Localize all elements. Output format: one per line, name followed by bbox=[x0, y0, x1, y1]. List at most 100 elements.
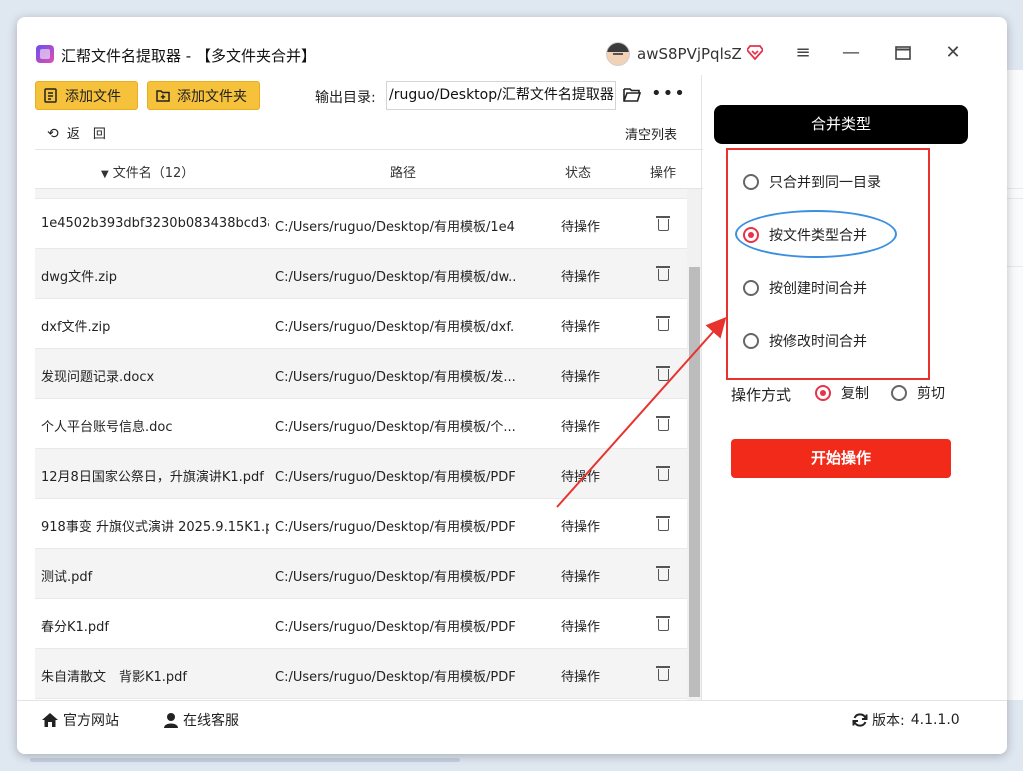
vip-diamond-icon[interactable] bbox=[747, 44, 763, 60]
file-status: 待操作 bbox=[561, 370, 601, 385]
table-row[interactable]: 1e4502b393dbf3230b083438bcd3ac... C:/User… bbox=[35, 199, 687, 249]
background-strip bbox=[30, 758, 460, 762]
add-folder-icon bbox=[156, 90, 170, 102]
file-status: 待操作 bbox=[561, 520, 601, 535]
file-status: 待操作 bbox=[561, 470, 601, 485]
merge-option-by-created[interactable]: 按创建时间合并 bbox=[743, 278, 867, 298]
folder-open-icon[interactable] bbox=[623, 87, 641, 103]
panel-divider bbox=[701, 75, 702, 700]
more-options-icon[interactable]: ••• bbox=[651, 83, 686, 104]
file-status: 待操作 bbox=[561, 420, 601, 435]
delete-icon[interactable] bbox=[656, 266, 670, 282]
output-dir-label: 输出目录: bbox=[315, 90, 376, 106]
maximize-icon[interactable] bbox=[891, 41, 915, 65]
customer-service-icon bbox=[164, 713, 178, 728]
app-window: 汇帮文件名提取器 - 【多文件夹合并】 awS8PVjPqlsZ ≡ — ✕ 添… bbox=[17, 17, 1007, 754]
merge-option-label: 按修改时间合并 bbox=[769, 334, 867, 350]
add-folder-label: 添加文件夹 bbox=[177, 88, 247, 105]
file-name: 12月8日国家公祭日，升旗演讲K1.pdf bbox=[41, 470, 264, 485]
sort-down-icon: ▼ bbox=[101, 169, 109, 180]
table-row[interactable]: 918事变 升旗仪式演讲 2025.9.15K1.pdf C:/Users/rug… bbox=[35, 499, 687, 549]
app-logo-icon bbox=[36, 45, 54, 63]
file-path: C:/Users/ruguo/Desktop/有用模板/PDF... bbox=[275, 470, 515, 485]
online-service-link[interactable]: 在线客服 bbox=[163, 710, 239, 730]
op-mode-label: 操作方式 bbox=[731, 386, 792, 404]
table-row[interactable]: 朱自清散文 背影K1.pdf C:/Users/ruguo/Desktop/有用模… bbox=[35, 649, 687, 699]
column-path-header: 路径 bbox=[390, 166, 417, 181]
file-path: C:/Users/ruguo/Desktop/有用模板/PDF... bbox=[275, 520, 515, 535]
table-row[interactable]: 春分K1.pdf C:/Users/ruguo/Desktop/有用模板/PDF.… bbox=[35, 599, 687, 649]
file-path: C:/Users/ruguo/Desktop/有用模板/dw... bbox=[275, 270, 515, 285]
official-website-link[interactable]: 官方网站 bbox=[41, 710, 119, 730]
merge-type-title: 合并类型 bbox=[714, 105, 968, 144]
file-path: C:/Users/ruguo/Desktop/有用模板/个... bbox=[275, 420, 515, 435]
delete-icon[interactable] bbox=[656, 566, 670, 582]
back-button[interactable]: ⟲ 返 回 bbox=[47, 123, 106, 142]
file-status: 待操作 bbox=[561, 670, 601, 685]
file-status: 待操作 bbox=[561, 570, 601, 585]
table-row-partial bbox=[35, 189, 687, 199]
table-row[interactable]: 测试.pdf C:/Users/ruguo/Desktop/有用模板/PDF...… bbox=[35, 549, 687, 599]
op-cut-label: 剪切 bbox=[917, 386, 945, 402]
file-status: 待操作 bbox=[561, 220, 601, 235]
file-name: dxf文件.zip bbox=[41, 320, 111, 335]
delete-icon[interactable] bbox=[656, 616, 670, 632]
scrollbar-thumb[interactable] bbox=[689, 267, 700, 697]
file-path: C:/Users/ruguo/Desktop/有用模板/PDF... bbox=[275, 670, 515, 685]
op-copy-label: 复制 bbox=[841, 386, 869, 402]
file-name: 测试.pdf bbox=[41, 570, 93, 585]
file-name: 朱自清散文 背影K1.pdf bbox=[41, 670, 188, 685]
table-header: ▼ 文件名（12） 路径 状态 操作 bbox=[35, 149, 703, 189]
file-path: C:/Users/ruguo/Desktop/有用模板/发... bbox=[275, 370, 515, 385]
username[interactable]: awS8PVjPqlsZ bbox=[637, 45, 742, 63]
footer-bar: 官方网站 在线客服 版本: 4.1.1.0 bbox=[17, 700, 1007, 754]
file-name: 918事变 升旗仪式演讲 2025.9.15K1.pdf bbox=[41, 520, 269, 535]
user-avatar[interactable] bbox=[606, 42, 630, 66]
file-status: 待操作 bbox=[561, 270, 601, 285]
start-button[interactable]: 开始操作 bbox=[731, 439, 951, 478]
close-icon[interactable]: ✕ bbox=[941, 41, 965, 65]
home-icon bbox=[42, 713, 58, 727]
version-info[interactable]: 版本: 4.1.1.0 bbox=[852, 710, 960, 730]
radio-icon[interactable] bbox=[891, 385, 907, 401]
table-row[interactable]: 12月8日国家公祭日，升旗演讲K1.pdf C:/Users/ruguo/Desk… bbox=[35, 449, 687, 499]
file-status: 待操作 bbox=[561, 620, 601, 635]
menu-icon[interactable]: ≡ bbox=[791, 41, 815, 65]
delete-icon[interactable] bbox=[656, 416, 670, 432]
output-dir-field[interactable]: /ruguo/Desktop/汇帮文件名提取器 bbox=[386, 81, 616, 110]
radio-selected-icon[interactable] bbox=[815, 385, 831, 401]
file-name: 1e4502b393dbf3230b083438bcd3ac... bbox=[41, 216, 269, 231]
add-file-button[interactable]: 添加文件 bbox=[35, 81, 138, 110]
clear-list-button[interactable]: 清空列表 bbox=[625, 124, 677, 143]
merge-option-label: 按创建时间合并 bbox=[769, 281, 867, 297]
radio-icon[interactable] bbox=[743, 333, 759, 349]
file-name: 春分K1.pdf bbox=[41, 620, 110, 635]
table-row[interactable]: dxf文件.zip C:/Users/ruguo/Desktop/有用模板/dxf… bbox=[35, 299, 687, 349]
delete-icon[interactable] bbox=[656, 466, 670, 482]
back-label: 返 回 bbox=[66, 127, 106, 142]
op-copy-option[interactable]: 复制 bbox=[815, 383, 869, 403]
column-name-header[interactable]: ▼ 文件名（12） bbox=[101, 162, 194, 181]
minimize-icon[interactable]: — bbox=[839, 41, 863, 65]
delete-icon[interactable] bbox=[656, 366, 670, 382]
table-row[interactable]: dwg文件.zip C:/Users/ruguo/Desktop/有用模板/dw.… bbox=[35, 249, 687, 299]
add-file-icon bbox=[44, 88, 57, 103]
merge-option-by-modified[interactable]: 按修改时间合并 bbox=[743, 331, 867, 351]
table-row[interactable]: 发现问题记录.docx C:/Users/ruguo/Desktop/有用模板/发… bbox=[35, 349, 687, 399]
delete-icon[interactable] bbox=[656, 316, 670, 332]
add-folder-button[interactable]: 添加文件夹 bbox=[147, 81, 260, 110]
delete-icon[interactable] bbox=[656, 666, 670, 682]
op-cut-option[interactable]: 剪切 bbox=[891, 383, 945, 403]
table-row[interactable]: 个人平台账号信息.doc C:/Users/ruguo/Desktop/有用模板/… bbox=[35, 399, 687, 449]
radio-icon[interactable] bbox=[743, 174, 759, 190]
add-file-label: 添加文件 bbox=[65, 88, 121, 105]
merge-option-same-dir[interactable]: 只合并到同一目录 bbox=[743, 172, 881, 192]
file-table-body: 1e4502b393dbf3230b083438bcd3ac... C:/User… bbox=[35, 189, 687, 700]
file-status: 待操作 bbox=[561, 320, 601, 335]
radio-icon[interactable] bbox=[743, 280, 759, 296]
delete-icon[interactable] bbox=[656, 516, 670, 532]
file-path: C:/Users/ruguo/Desktop/有用模板/PDF... bbox=[275, 620, 515, 635]
delete-icon[interactable] bbox=[656, 216, 670, 232]
back-arrow-icon: ⟲ bbox=[47, 126, 59, 142]
table-scrollbar[interactable] bbox=[687, 189, 701, 700]
